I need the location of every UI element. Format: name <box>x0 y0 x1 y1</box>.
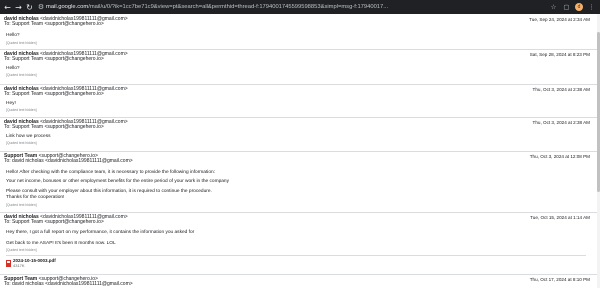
attachment-divider <box>6 255 586 256</box>
address-bar[interactable]: ⚙ mail.google.com/mail/u/0/?ik=1cc7be71c… <box>36 2 556 12</box>
email-message: david nicholas <davidnicholas199811111@g… <box>0 86 600 112</box>
message-body: Hello? <box>6 66 20 71</box>
avatar[interactable]: d <box>575 3 583 11</box>
divider <box>0 84 600 85</box>
forward-icon[interactable]: → <box>13 1 24 13</box>
message-body-line: Please consult with your employer about … <box>6 189 212 194</box>
email-message: david nicholas <davidnicholas199811111@g… <box>0 214 600 268</box>
divider <box>0 151 600 152</box>
url-text[interactable]: mail.google.com/mail/u/0/?ik=1cc7be71c9&… <box>46 4 536 10</box>
message-body: Hey! <box>6 101 16 106</box>
recipient: To: david nicholas <davidnicholas1998111… <box>4 281 133 287</box>
pdf-file-icon <box>6 259 11 267</box>
recipient: To: Support Team <support@changehero.io> <box>4 91 104 97</box>
quoted-text-toggle[interactable]: [Quoted text hidden] <box>6 203 37 207</box>
recipient: To: Support Team <support@changehero.io> <box>4 56 104 62</box>
message-body-line: Hello! After checking with the complianc… <box>6 170 216 175</box>
message-body-line: Hey there, I got a full report on my per… <box>6 230 195 235</box>
recipient: To: Support Team <support@changehero.io> <box>4 124 104 130</box>
message-body: Link how we process <box>6 134 51 139</box>
email-thread: david nicholas <davidnicholas199811111@g… <box>0 14 600 288</box>
message-body-line: Thanks for the cooperation! <box>6 195 65 200</box>
message-date: Tue, Oct 15, 2024 at 1:14 AM <box>530 215 590 220</box>
attachment[interactable]: 2024-10-15-0003.pdf 4317K <box>6 258 56 268</box>
extensions-icon[interactable]: ▢ <box>562 3 571 12</box>
quoted-text-toggle[interactable]: [Quoted text hidden] <box>6 41 37 45</box>
message-date: Thu, Oct 3, 2024 at 2:38 AM <box>532 120 590 125</box>
message-date: Thu, Oct 17, 2024 at 8:10 PM <box>529 277 590 282</box>
divider <box>0 49 600 50</box>
recipient: To: david nicholas <davidnicholas1998111… <box>4 158 133 164</box>
recipient: To: Support Team <support@changehero.io> <box>4 21 104 27</box>
message-date: Tue, Sep 24, 2024 at 2:34 AM <box>529 17 590 22</box>
quoted-text-toggle[interactable]: [Quoted text hidden] <box>6 141 37 145</box>
email-message: Support Team <support@changehero.io> To:… <box>0 153 600 207</box>
attachment-size: 4317K <box>13 263 25 268</box>
email-message: david nicholas <davidnicholas199811111@g… <box>0 16 600 45</box>
menu-dots-icon[interactable]: ⋮ <box>587 3 596 12</box>
site-info-icon[interactable]: ⚙ <box>36 2 46 12</box>
bookmark-star-icon[interactable]: ☆ <box>549 3 558 12</box>
message-date: Sat, Sep 28, 2024 at 8:23 PM <box>529 52 590 57</box>
message-body-line: Get back to me ASAP! It's been 8 months … <box>6 241 116 246</box>
back-icon[interactable]: ← <box>2 1 13 13</box>
recipient: To: Support Team <support@changehero.io> <box>4 219 104 225</box>
email-message: david nicholas <davidnicholas199811111@g… <box>0 51 600 77</box>
quoted-text-toggle[interactable]: [Quoted text hidden] <box>6 73 37 77</box>
divider <box>0 117 600 118</box>
reload-icon[interactable]: ↻ <box>24 1 35 13</box>
message-date: Thu, Oct 3, 2024 at 2:38 AM <box>532 87 590 92</box>
quoted-text-toggle[interactable]: [Quoted text hidden] <box>6 248 37 252</box>
browser-toolbar: ← → ↻ ⚙ mail.google.com/mail/u/0/?ik=1cc… <box>0 0 600 14</box>
message-body-line: Your net income, bonuses or other employ… <box>6 179 230 184</box>
message-date: Thu, Oct 3, 2024 at 12:08 PM <box>529 154 590 159</box>
divider <box>0 212 600 213</box>
email-message: Support Team <support@changehero.io> To:… <box>0 276 600 287</box>
message-body: Hello? <box>6 33 20 38</box>
quoted-text-toggle[interactable]: [Quoted text hidden] <box>6 108 37 112</box>
divider <box>0 274 600 275</box>
email-message: david nicholas <davidnicholas199811111@g… <box>0 119 600 145</box>
